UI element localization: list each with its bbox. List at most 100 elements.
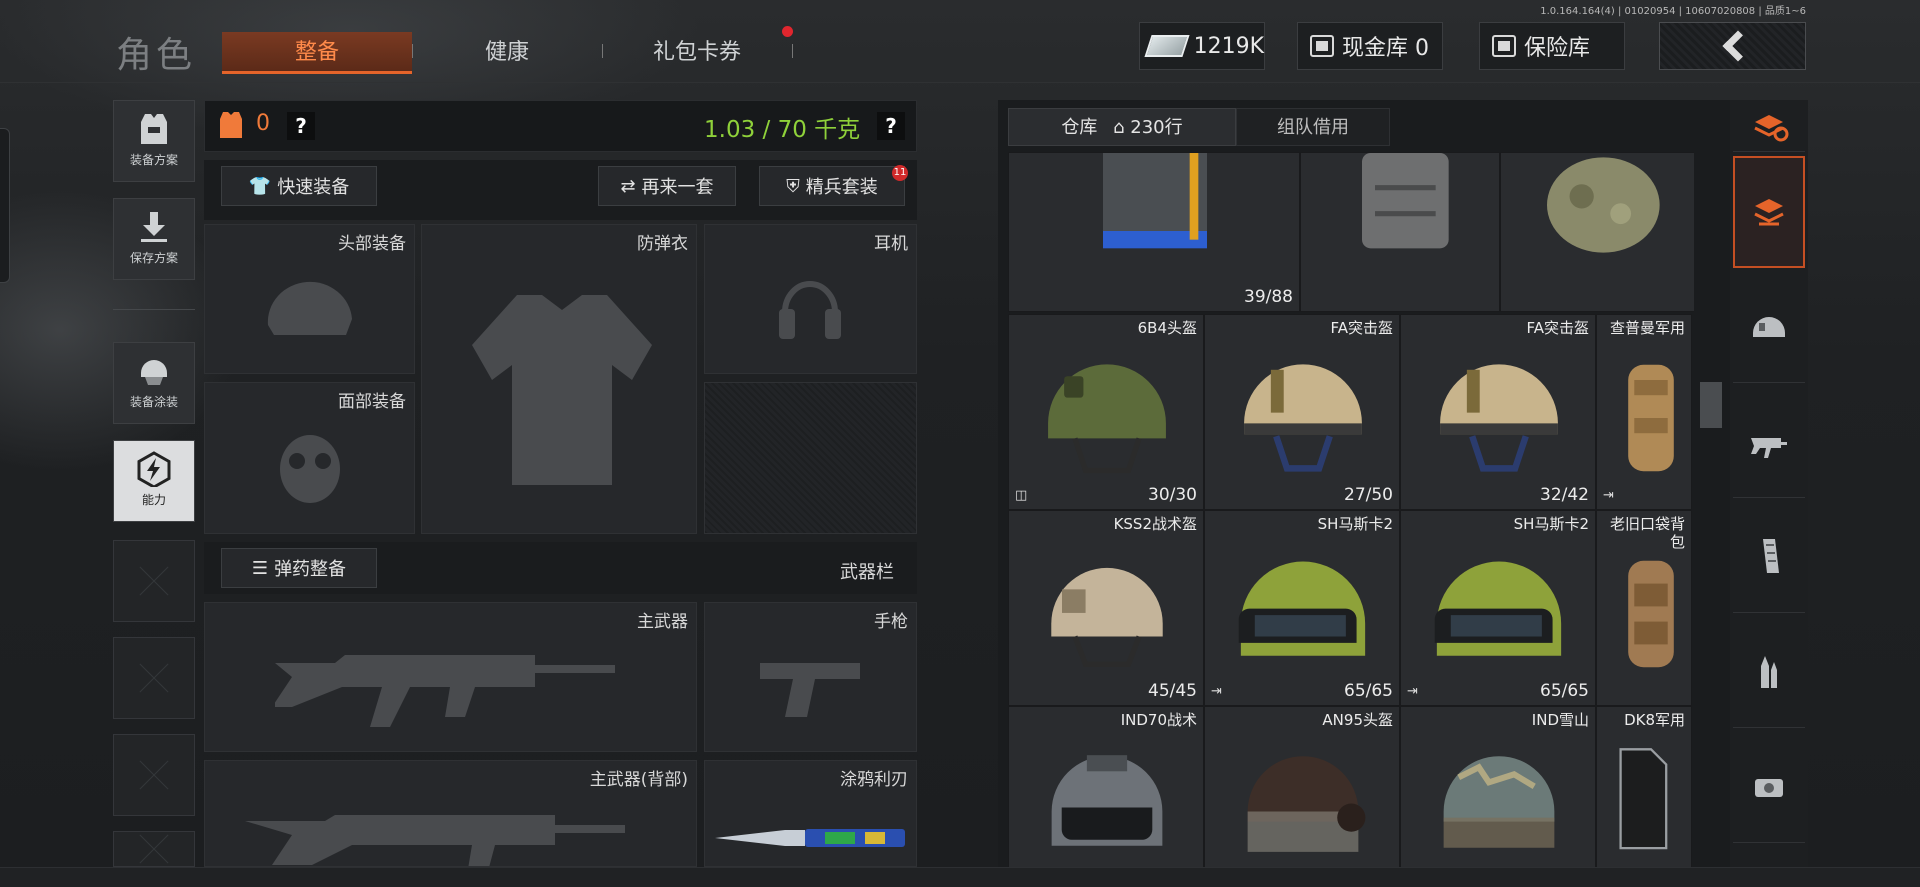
side-label: 装备方案 bbox=[129, 153, 178, 167]
warehouse-item[interactable]: IND70战术 bbox=[1008, 706, 1204, 887]
armor-help-button[interactable]: ? bbox=[287, 112, 315, 140]
category-helmet-category[interactable] bbox=[1733, 271, 1805, 383]
item-durability: 27/50 bbox=[1344, 485, 1393, 505]
category-magazine-category[interactable] bbox=[1733, 501, 1805, 613]
reroll-label: 再来一套 bbox=[641, 177, 714, 198]
bag-brown-icon bbox=[1628, 560, 1674, 668]
helmet-visor-icon bbox=[1238, 561, 1366, 656]
category-stack-refresh[interactable] bbox=[1733, 104, 1805, 152]
warehouse-item[interactable]: DK8军用 bbox=[1596, 706, 1692, 887]
version-info: 1.0.164.164(4) | 01020954 | 10607020808 … bbox=[1540, 6, 1806, 17]
reroll-set-button[interactable]: ⇄ 再来一套 bbox=[598, 166, 736, 206]
page-title: 角色 bbox=[116, 35, 197, 76]
slot-primary-label: 主武器 bbox=[637, 612, 688, 632]
slot-armor[interactable]: 防弹衣 bbox=[421, 224, 697, 534]
warehouse-item[interactable]: FA突击盔 32/42 bbox=[1400, 314, 1596, 510]
item-name: IND70战术 bbox=[1120, 711, 1197, 729]
gasmask-placeholder-icon bbox=[280, 435, 340, 503]
warehouse-item[interactable]: SH马斯卡2 65/65 ⇥ bbox=[1204, 510, 1400, 706]
download-icon bbox=[141, 212, 167, 242]
item-durability: 39/88 bbox=[1244, 287, 1293, 307]
warehouse-item[interactable]: KSS2战术盔 45/45 bbox=[1008, 510, 1204, 706]
warehouse-item[interactable]: 6B4头盔 30/30 ◫ bbox=[1008, 314, 1204, 510]
category-sight-category[interactable] bbox=[1733, 731, 1805, 843]
item-flag-icon: ◫ bbox=[1015, 488, 1028, 503]
helmet-green-icon bbox=[1048, 364, 1166, 474]
warehouse-item[interactable]: SH马斯卡2 65/65 ⇥ bbox=[1400, 510, 1596, 706]
tab-team-borrow[interactable]: 组队借用 bbox=[1236, 108, 1390, 146]
warehouse-item[interactable] bbox=[1500, 152, 1696, 312]
weight-help-button[interactable]: ? bbox=[877, 112, 905, 140]
elite-set-badge: 11 bbox=[892, 165, 908, 181]
carry-weight: 1.03 / 70 千克 bbox=[704, 117, 861, 143]
headset-placeholder-icon bbox=[779, 281, 841, 339]
category-ammo-category[interactable] bbox=[1733, 616, 1805, 728]
item-name: SH马斯卡2 bbox=[1317, 515, 1393, 533]
money-display[interactable]: 1219K bbox=[1139, 22, 1265, 70]
warehouse-item[interactable]: 查普曼军用 ⇥ bbox=[1596, 314, 1692, 510]
helmet-tan-icon bbox=[1244, 364, 1362, 472]
slot-primary-back-label: 主武器(背部) bbox=[589, 770, 688, 790]
warehouse-item[interactable]: FA突击盔 27/50 bbox=[1204, 314, 1400, 510]
slot-pistol[interactable]: 手枪 bbox=[704, 602, 917, 752]
side-save-plan[interactable]: 保存方案 bbox=[113, 198, 195, 280]
category-layers-sort[interactable] bbox=[1733, 156, 1805, 268]
left-edge-handle[interactable] bbox=[0, 128, 10, 283]
tab-gift-vouchers[interactable]: 礼包卡券 bbox=[602, 32, 792, 74]
slot-headset[interactable]: 耳机 bbox=[704, 224, 917, 374]
item-name: AN95头盔 bbox=[1322, 711, 1393, 729]
safe-vault-button[interactable]: 保险库 bbox=[1479, 22, 1625, 70]
warehouse-item[interactable]: 39/88 bbox=[1008, 152, 1300, 312]
item-durability: 32/42 bbox=[1540, 485, 1589, 505]
back-button[interactable] bbox=[1659, 22, 1806, 70]
rifle-placeholder-icon bbox=[275, 655, 615, 727]
weapon-bar-label: 武器栏 bbox=[840, 562, 894, 583]
slot-pistol-label: 手枪 bbox=[874, 612, 908, 632]
side-label: 能力 bbox=[141, 493, 166, 507]
back-arrow-icon bbox=[1721, 30, 1754, 62]
slot-face[interactable]: 面部装备 bbox=[204, 382, 415, 534]
notification-dot bbox=[782, 26, 793, 37]
tab-health[interactable]: 健康 bbox=[412, 32, 602, 74]
side-label: 装备涂装 bbox=[129, 395, 178, 409]
side-loadout-plans[interactable]: 装备方案 bbox=[113, 100, 195, 182]
ammo-prepare-button[interactable]: ☰ 弹药整备 bbox=[221, 548, 377, 588]
armor-count: 0 bbox=[256, 111, 270, 136]
butterfly-knife-icon bbox=[715, 829, 905, 847]
slot-primary-weapon-back[interactable]: 主武器(背部) bbox=[204, 760, 697, 867]
lightning-hex-icon bbox=[137, 451, 171, 487]
safe-icon bbox=[1492, 35, 1516, 57]
warehouse-item[interactable] bbox=[1300, 152, 1500, 312]
elite-set-button[interactable]: ⛨ 精兵套装 bbox=[759, 166, 905, 206]
armor-placeholder-icon bbox=[472, 295, 652, 485]
shield-visor-icon bbox=[1619, 748, 1668, 850]
category-rifle-category[interactable] bbox=[1733, 386, 1805, 498]
tab-storage[interactable]: 仓库 ⌂ 230行 bbox=[1008, 108, 1236, 146]
warehouse-item[interactable]: IND雪山 bbox=[1400, 706, 1596, 887]
helmet-visor-icon bbox=[1434, 561, 1562, 656]
item-flag-icon: ⇥ bbox=[1211, 684, 1222, 699]
slot-head[interactable]: 头部装备 bbox=[204, 224, 415, 374]
ammo-prepare-label: 弹药整备 bbox=[274, 559, 347, 580]
item-name: 6B4头盔 bbox=[1137, 319, 1197, 337]
item-durability: 45/45 bbox=[1148, 681, 1197, 701]
warehouse-scrollbar[interactable] bbox=[1694, 152, 1726, 887]
refresh-icon: ⇄ bbox=[620, 175, 636, 197]
cash-vault-button[interactable]: 现金库 0 bbox=[1297, 22, 1443, 70]
warehouse-item[interactable]: 老旧口袋背包 bbox=[1596, 510, 1692, 706]
warehouse-item[interactable]: AN95头盔 bbox=[1204, 706, 1400, 887]
helmet-tan-icon bbox=[1440, 364, 1558, 472]
warehouse-scroll-thumb[interactable] bbox=[1700, 382, 1722, 428]
slot-primary-weapon[interactable]: 主武器 bbox=[204, 602, 697, 752]
slot-knife[interactable]: 涂鸦利刃 bbox=[704, 760, 917, 867]
magazine-category-icon bbox=[1763, 538, 1779, 573]
quick-equip-button[interactable]: 👕 快速装备 bbox=[221, 166, 377, 206]
side-equipment-skin[interactable]: 装备涂装 bbox=[113, 342, 195, 424]
helmet-dark-icon bbox=[1247, 756, 1366, 852]
item-durability: 65/65 bbox=[1540, 681, 1589, 701]
money-amount: 1219K bbox=[1193, 33, 1264, 59]
ammo-category-icon bbox=[1761, 655, 1777, 688]
side-abilities[interactable]: 能力 bbox=[113, 440, 195, 522]
tab-prepare[interactable]: 整备 bbox=[222, 32, 412, 74]
slot-locked bbox=[704, 382, 917, 534]
